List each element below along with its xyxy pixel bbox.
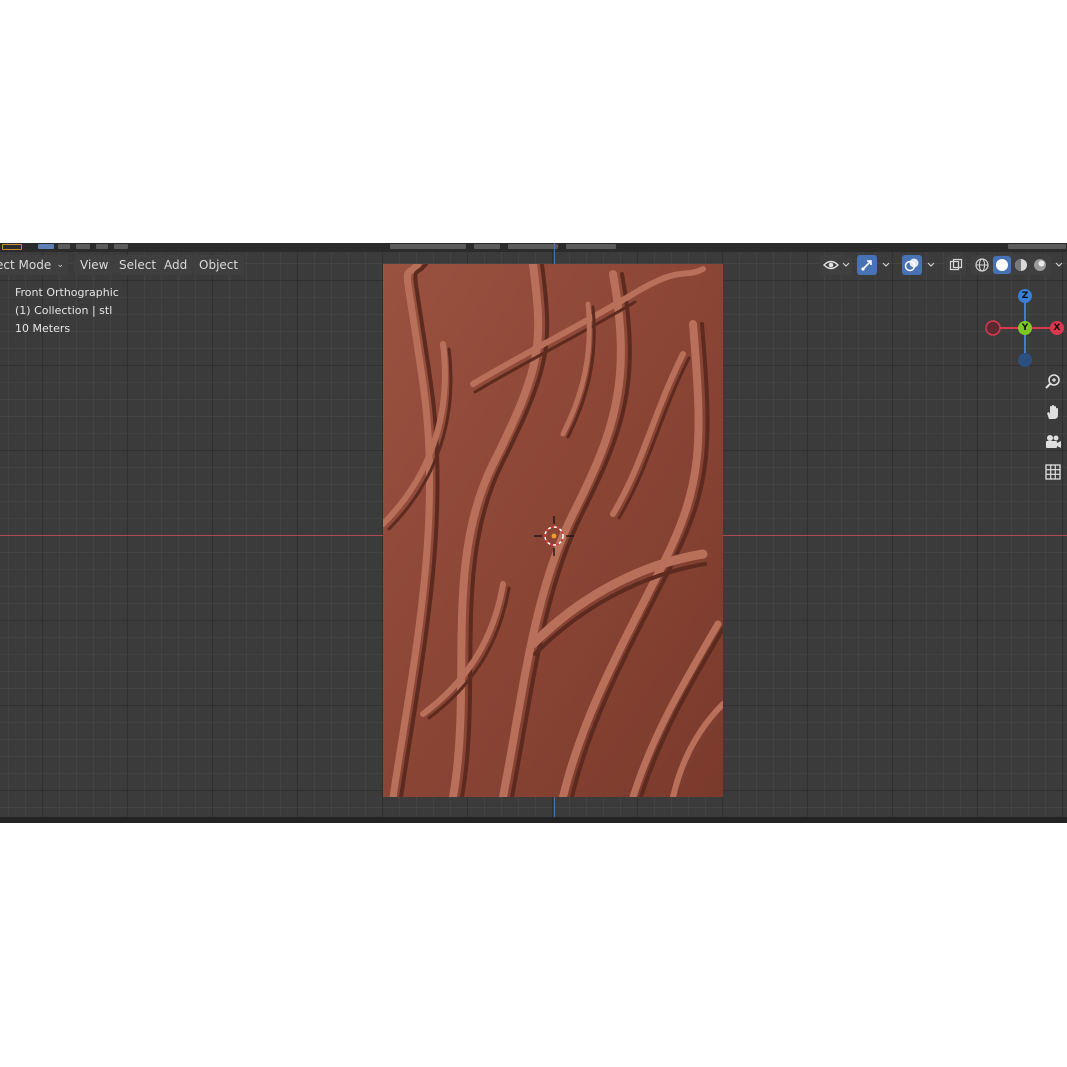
timeline-header-strip [0,817,1067,823]
snapping-select[interactable] [508,244,558,249]
xray-toggle-button[interactable] [946,255,966,275]
ortho-toggle-button[interactable] [1042,461,1064,483]
interaction-mode-select[interactable]: ect Mode ⌄ [0,255,68,275]
zoom-button[interactable] [1042,371,1064,393]
overlays-dropdown[interactable] [923,255,939,275]
menu-object[interactable]: Object [193,255,245,275]
gizmo-z-axis[interactable]: Z [1018,289,1032,303]
eye-icon [823,260,850,270]
gizmo-dropdown[interactable] [878,255,894,275]
menu-add[interactable]: Add [158,255,194,275]
collection-label: (1) Collection | stl [15,304,113,317]
mode-invert-icon[interactable] [96,244,108,249]
transform-orientation-select[interactable] [390,244,466,249]
chevron-down-icon [927,262,935,267]
gizmo-x-axis[interactable]: X [1050,321,1064,335]
navigation-gizmo[interactable]: Z Y X [982,288,1067,368]
3d-cursor-icon [534,516,574,556]
mode-label: ect Mode [0,258,52,272]
menu-select[interactable]: Select [113,255,163,275]
3d-viewport[interactable]: ect Mode ⌄ View Select Add Object Front … [0,243,1067,823]
rendered-shading-icon[interactable] [1032,257,1048,273]
gizmo-toggle-button[interactable] [857,255,877,275]
shading-mode-group [971,255,1051,275]
chevron-down-icon: ⌄ [56,260,64,270]
wireframe-shading-icon[interactable] [974,257,990,273]
gizmo-y-axis[interactable]: Y [1018,321,1032,335]
pivot-point-select[interactable] [474,244,500,249]
pan-button[interactable] [1042,401,1064,423]
zoom-icon [1045,374,1060,389]
grid-scale-label: 10 Meters [15,322,71,335]
grid-ortho-icon [1045,464,1061,480]
mode-intersect-icon[interactable] [114,244,128,249]
mode-subtract-icon[interactable] [76,244,90,249]
options-select[interactable] [1008,244,1066,249]
tool-settings-strip [0,243,1067,252]
shading-dropdown[interactable] [1051,255,1067,275]
gizmo-arrow-icon [861,260,872,271]
mode-new-icon[interactable] [38,244,54,249]
camera-icon [1046,435,1061,448]
hand-pan-icon [1047,405,1058,419]
overlay-circles-icon [904,258,919,272]
select-box-icon[interactable] [2,244,22,250]
chevron-down-icon [882,262,890,267]
mode-extend-icon[interactable] [58,244,70,249]
view-name-label: Front Orthographic [15,286,119,299]
menu-view[interactable]: View [74,255,115,275]
xray-icon [949,258,963,271]
material-shading-icon[interactable] [1013,257,1029,273]
visibility-select[interactable] [820,255,852,275]
overlays-toggle-button[interactable] [902,255,922,275]
chevron-down-icon [1055,262,1063,267]
proportional-edit-select[interactable] [566,244,616,249]
solid-shading-icon[interactable] [992,256,1011,274]
camera-view-button[interactable] [1042,431,1064,453]
